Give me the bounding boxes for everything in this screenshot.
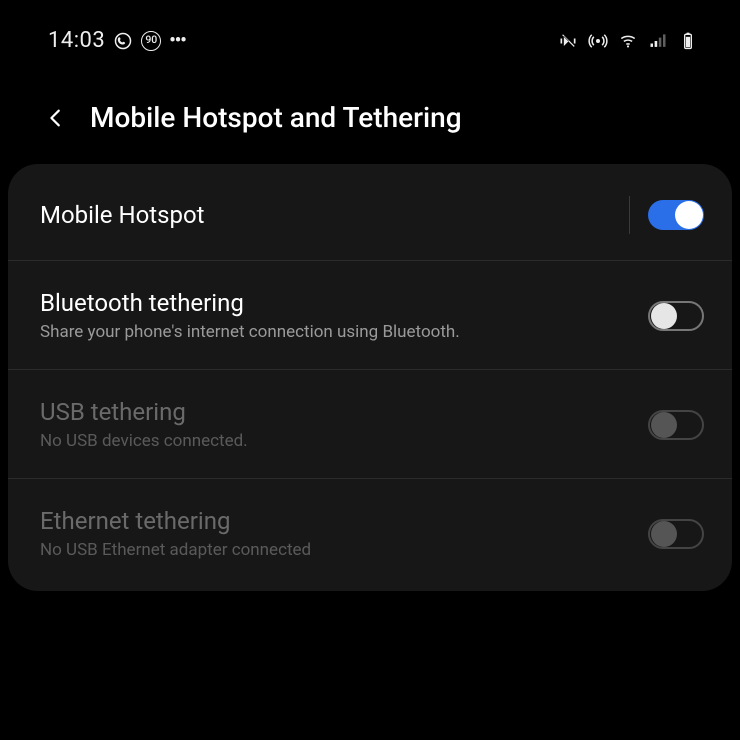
chevron-left-icon: [45, 107, 67, 129]
back-button[interactable]: [42, 104, 70, 132]
page-header: Mobile Hotspot and Tethering: [0, 63, 740, 164]
wifi-icon: [618, 31, 638, 51]
more-notifications-icon: •••: [169, 30, 185, 51]
row-subtitle: No USB devices connected.: [40, 430, 630, 452]
row-title: USB tethering: [40, 398, 630, 426]
hotspot-icon: [588, 31, 608, 51]
status-bar-right: [558, 31, 698, 51]
status-bar: 14:03 90 •••: [0, 0, 740, 63]
battery-icon: [678, 31, 698, 51]
toggle-mobile-hotspot[interactable]: [648, 200, 704, 230]
clock: 14:03: [48, 28, 105, 53]
toggle-knob: [651, 303, 677, 329]
toggle-knob: [675, 201, 703, 229]
row-mobile-hotspot[interactable]: Mobile Hotspot: [8, 168, 732, 261]
settings-card: Mobile Hotspot Bluetooth tethering Share…: [8, 164, 732, 591]
row-usb-tethering: USB tethering No USB devices connected.: [8, 370, 732, 479]
vibrate-mute-icon: [558, 31, 578, 51]
divider-vertical: [629, 196, 631, 234]
toggle-knob: [651, 412, 677, 438]
page-title: Mobile Hotspot and Tethering: [90, 101, 462, 134]
row-subtitle: Share your phone's internet connection u…: [40, 321, 630, 343]
toggle-ethernet-tethering: [648, 519, 704, 549]
status-bar-left: 14:03 90 •••: [48, 28, 186, 53]
row-ethernet-tethering: Ethernet tethering No USB Ethernet adapt…: [8, 479, 732, 587]
whatsapp-icon: [113, 31, 133, 51]
notification-badge: 90: [141, 31, 161, 51]
toggle-bluetooth-tethering[interactable]: [648, 301, 704, 331]
row-subtitle: No USB Ethernet adapter connected: [40, 539, 630, 561]
toggle-usb-tethering: [648, 410, 704, 440]
row-title: Mobile Hotspot: [40, 201, 611, 229]
row-title: Bluetooth tethering: [40, 289, 630, 317]
row-title: Ethernet tethering: [40, 507, 630, 535]
signal-icon: [648, 31, 668, 51]
row-bluetooth-tethering[interactable]: Bluetooth tethering Share your phone's i…: [8, 261, 732, 370]
toggle-knob: [651, 521, 677, 547]
